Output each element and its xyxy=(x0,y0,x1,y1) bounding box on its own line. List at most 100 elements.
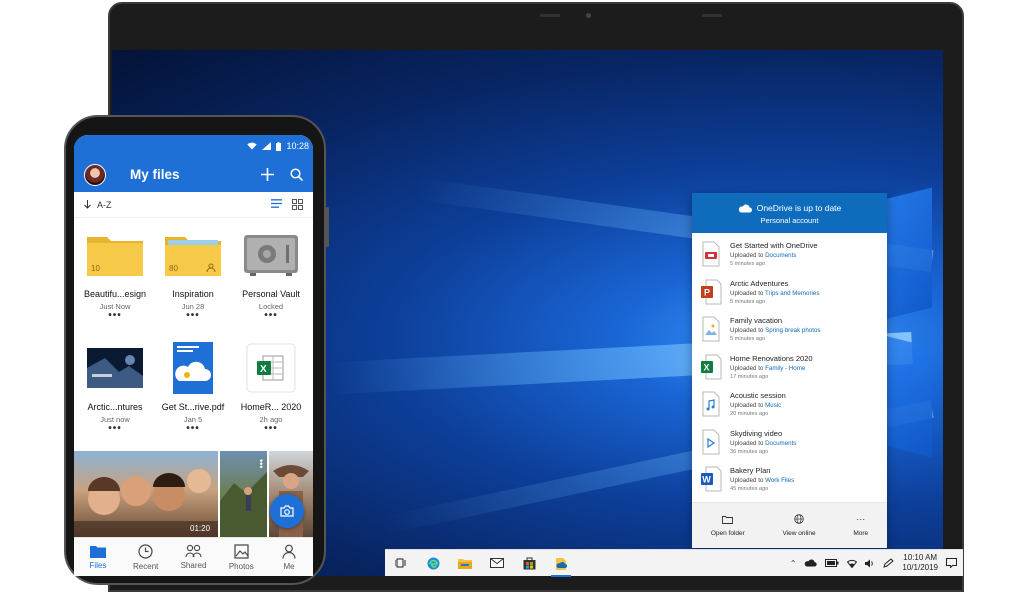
folder-count: 80 xyxy=(169,264,178,273)
list-view-icon[interactable] xyxy=(271,199,282,208)
bottom-navigation: Files Recent Shared Photos Me xyxy=(74,537,313,576)
taskbar-clock[interactable]: 10:10 AM 10/1/2019 xyxy=(902,553,938,573)
pen-icon[interactable] xyxy=(883,558,895,568)
wifi-icon xyxy=(247,142,258,150)
presentation-thumbnail xyxy=(85,343,145,393)
file-tile[interactable]: 10 Beautifu...esign Just Now ••• xyxy=(76,230,154,335)
sort-button[interactable]: A-Z xyxy=(84,200,112,210)
activity-item[interactable]: Skydiving video Uploaded to Documents 36… xyxy=(692,425,887,463)
mail-button[interactable] xyxy=(481,550,513,577)
activity-item[interactable]: Acoustic session Uploaded to Music 20 mi… xyxy=(692,387,887,425)
signal-icon xyxy=(262,142,272,150)
open-folder-button[interactable]: Open folder xyxy=(711,515,745,537)
sensor xyxy=(540,14,560,17)
more-options-icon[interactable]: ••• xyxy=(108,424,122,434)
onedrive-app-button[interactable] xyxy=(545,550,577,577)
search-icon[interactable] xyxy=(290,168,303,181)
activity-location-link[interactable]: Family - Home xyxy=(765,365,805,372)
activity-item[interactable]: W Bakery Plan Uploaded to Work Files 45 … xyxy=(692,462,887,500)
file-tile[interactable]: Get St...rive.pdf Jan 5 ••• xyxy=(154,342,232,448)
svg-text:W: W xyxy=(702,475,711,485)
edge-button[interactable] xyxy=(417,550,449,577)
activity-location-link[interactable]: Documents xyxy=(765,440,796,447)
nav-recent[interactable]: Recent xyxy=(122,538,170,576)
sync-status-text: OneDrive is up to date xyxy=(756,203,842,213)
add-icon[interactable] xyxy=(261,168,274,181)
account-label: Personal account xyxy=(760,216,819,225)
activity-time: 5 minutes ago xyxy=(730,261,766,267)
activity-location-link[interactable]: Music xyxy=(765,402,781,409)
activity-item[interactable]: P Arctic Adventures Uploaded to Trips an… xyxy=(692,275,887,313)
more-options-icon[interactable]: ••• xyxy=(186,424,200,434)
camera-upload-button[interactable] xyxy=(270,494,304,528)
activity-time: 20 minutes ago xyxy=(730,411,769,417)
file-explorer-button[interactable] xyxy=(449,550,481,577)
activity-location-link[interactable]: Spring break photos xyxy=(765,327,820,334)
wifi-icon[interactable] xyxy=(847,559,858,568)
activity-title: Arctic Adventures xyxy=(730,278,789,288)
activity-item[interactable]: Get Started with OneDrive Uploaded to Do… xyxy=(692,237,887,275)
svg-text:P: P xyxy=(704,287,710,297)
activity-time: 17 minutes ago xyxy=(730,373,769,380)
nav-photos[interactable]: Photos xyxy=(217,538,265,576)
more-options-icon[interactable]: ••• xyxy=(108,311,122,321)
onedrive-flyout: OneDrive is up to date Personal account … xyxy=(692,193,887,548)
view-online-button[interactable]: View online xyxy=(783,514,816,537)
activity-prefix: Uploaded to xyxy=(730,477,766,484)
photo-thumbnail[interactable]: 01:20 xyxy=(74,451,218,537)
person-icon xyxy=(282,544,296,559)
file-tile[interactable]: Personal Vault Locked ••• xyxy=(232,230,310,335)
battery-icon[interactable] xyxy=(825,559,839,567)
webcam xyxy=(586,13,591,18)
file-name: Get St...rive.pdf xyxy=(161,402,225,412)
activity-item[interactable]: X Home Renovations 2020 Uploaded to Fami… xyxy=(692,350,887,388)
nav-label: Photos xyxy=(228,561,254,571)
excel-file-icon: X xyxy=(241,343,301,393)
shared-folder-icon: 80 xyxy=(163,230,223,280)
sensor xyxy=(702,14,722,17)
nav-shared[interactable]: Shared xyxy=(170,538,218,576)
folder-outline-icon xyxy=(722,515,734,524)
page-title: My files xyxy=(130,167,180,182)
activity-location-link[interactable]: Documents xyxy=(765,252,796,259)
activity-list: Get Started with OneDrive Uploaded to Do… xyxy=(692,233,887,500)
sync-status: OneDrive is up to date xyxy=(692,203,887,213)
photo-thumbnail[interactable]: ••• xyxy=(219,451,268,537)
video-duration: 01:20 xyxy=(190,524,211,533)
clock-time: 10:10 AM xyxy=(903,553,938,562)
activity-item[interactable]: Family vacation Uploaded to Spring break… xyxy=(692,312,887,350)
notification-icon[interactable] xyxy=(946,558,957,568)
activity-prefix: Uploaded to xyxy=(730,327,766,334)
activity-location-link[interactable]: Trips and Memories xyxy=(765,290,819,297)
file-tile[interactable]: 80 Inspiration Jun 28 ••• xyxy=(154,230,232,335)
more-options-icon[interactable]: ••• xyxy=(256,459,266,468)
nav-me[interactable]: Me xyxy=(265,538,313,576)
file-name: Personal Vault xyxy=(242,289,300,299)
system-tray: ⌃ 10:10 AM 10/1/2019 xyxy=(790,553,963,573)
chevron-up-icon[interactable]: ⌃ xyxy=(790,559,797,568)
more-options-icon[interactable]: ••• xyxy=(264,424,278,434)
file-tile[interactable]: Arctic...ntures Just now ••• xyxy=(76,343,154,448)
nav-files[interactable]: Files xyxy=(74,538,122,576)
task-view-button[interactable] xyxy=(385,550,417,577)
more-dots-icon: ··· xyxy=(856,513,866,524)
store-button[interactable] xyxy=(513,550,545,577)
photo-icon xyxy=(234,543,249,559)
file-tile[interactable]: X HomeR... 2020 2h ago ••• xyxy=(232,343,310,448)
volume-icon[interactable] xyxy=(865,559,875,568)
file-name: Inspiration xyxy=(172,289,214,299)
flyout-header: OneDrive is up to date Personal account xyxy=(692,193,887,233)
onedrive-tray-icon[interactable] xyxy=(804,559,818,567)
avatar[interactable] xyxy=(84,163,106,186)
folder-icon xyxy=(89,545,106,558)
cloud-icon xyxy=(738,204,752,212)
more-options-icon[interactable]: ••• xyxy=(264,311,278,321)
activity-location-link[interactable]: Work Files xyxy=(765,477,794,484)
file-name: Arctic...ntures xyxy=(87,402,143,412)
more-options-icon[interactable]: ••• xyxy=(186,311,200,321)
grid-view-icon[interactable] xyxy=(292,199,303,210)
activity-prefix: Uploaded to xyxy=(730,439,766,447)
more-button[interactable]: ··· More xyxy=(853,513,868,537)
file-name: Beautifu...esign xyxy=(83,289,147,299)
activity-title: Home Renovations 2020 xyxy=(730,353,813,363)
